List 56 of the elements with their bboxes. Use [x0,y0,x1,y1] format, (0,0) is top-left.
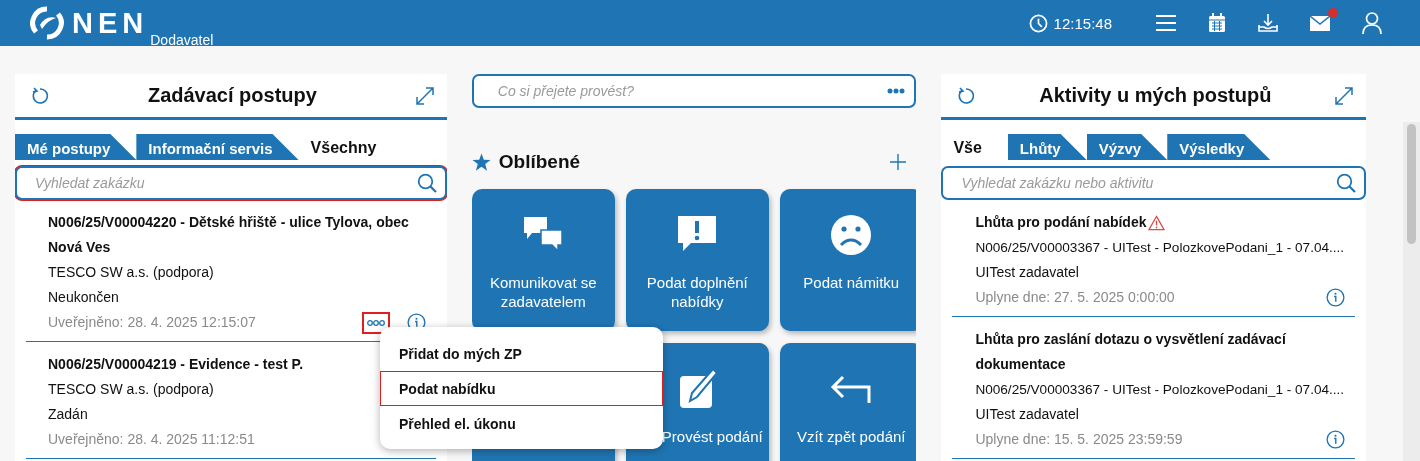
expand-icon[interactable] [414,85,435,106]
logo-subtitle: Dodavatel [150,32,214,48]
add-icon[interactable] [890,154,907,170]
search-field[interactable]: Vyhledat zakázku nebo aktivitu [941,166,1367,200]
action-tile[interactable]: Podat námitku [779,189,917,331]
calendar-icon[interactable] [1208,13,1226,33]
command-field[interactable]: Co si přejete provést? [471,74,917,108]
tab[interactable]: Informační servis [136,132,299,160]
search-field[interactable]: Vyhledat zakázku [15,166,447,200]
download-icon[interactable] [1258,13,1278,33]
activity-title[interactable]: Lhůta pro podání nabídek [975,210,1147,235]
info-icon[interactable] [1326,288,1346,307]
published-date: Uveřejněno: 28. 4. 2025 12:15:07 [48,313,257,332]
tab[interactable]: Lhůty [1007,132,1087,160]
scrollbar[interactable] [1403,122,1420,461]
procedure-status: Neukončen [48,288,119,307]
more-icon[interactable] [886,87,907,95]
logo-text[interactable]: NEN [72,6,149,40]
section-title: Oblíbené [498,151,582,173]
clock-icon [1028,13,1048,33]
user-icon[interactable] [1362,12,1382,34]
procedure-title[interactable]: N006/25/V00004220 - Dětské hřiště - ulice Tylova, obec Nová Ves [48,210,436,260]
dots-icon [365,318,386,327]
session-time: 12:15:48 [1053,14,1112,32]
tab[interactable]: Mé postupy [15,132,137,160]
search-icon[interactable] [416,173,437,193]
action-tile[interactable]: Podat doplnění nabídky [625,189,769,331]
published-date: Uveřejněno: 28. 4. 2025 11:12:51 [48,430,256,449]
panel-title: Zadávací postupy [146,84,318,107]
tab[interactable]: Výzvy [1086,132,1168,160]
menu-icon[interactable] [1156,14,1176,32]
search-icon[interactable] [1336,173,1357,193]
action-tile[interactable]: Vzít zpět podání [779,343,917,461]
company-name: TESCO SW a.s. (podpora) [48,380,214,399]
refresh-icon[interactable] [30,85,50,106]
procedure-status: Zadán [48,405,88,424]
procedure-name: N006/25/V00003367 - UITest - PolozkovePodani_1 - 07.04.... [975,239,1346,257]
authority-name: UITest zadavatel [975,263,1080,282]
activity-title[interactable]: Lhůta pro zaslání dotazu o vysvětlení zadávací dokumentace [975,327,1336,377]
logo-icon[interactable] [30,6,64,40]
star-icon [471,152,491,172]
deadline-date: Uplyne dne: 15. 5. 2025 23:59:59 [975,430,1184,449]
procedure-name: N006/25/V00003367 - UITest - PolozkovePodani_1 - 07.04.... [975,381,1346,399]
info-icon[interactable] [1326,430,1346,449]
deadline-date: Uplyne dne: 27. 5. 2025 0:00:00 [975,288,1176,307]
procedure-title[interactable]: N006/25/V00004219 - Evidence - test P. [48,352,323,377]
authority-name: UITest zadavatel [975,405,1080,424]
refresh-icon[interactable] [956,85,977,106]
sad-face-icon [829,213,874,257]
expand-icon[interactable] [1334,85,1355,106]
company-name: TESCO SW a.s. (podpora) [48,263,214,282]
mail-icon[interactable] [1310,15,1330,31]
tab[interactable]: Výsledky [1167,132,1271,160]
panel-title: Aktivity u mých postupů [1038,84,1273,107]
more-button[interactable] [361,311,390,334]
menu-item[interactable]: Podat nabídku [380,371,663,406]
